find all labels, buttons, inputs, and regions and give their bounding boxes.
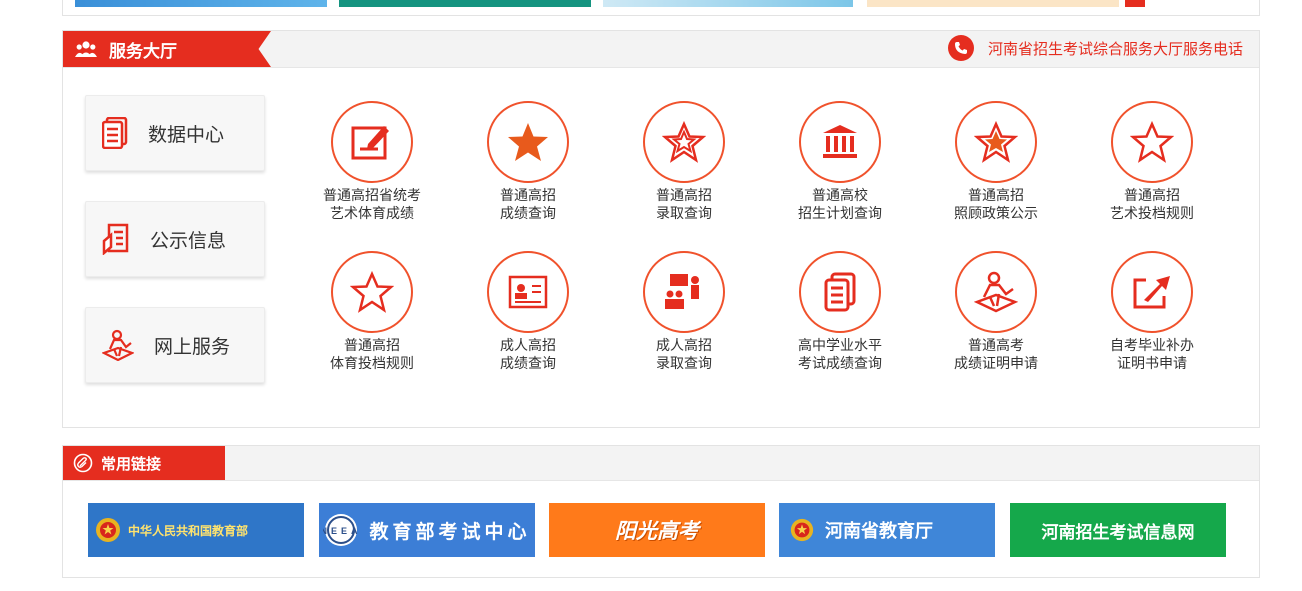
data-center-button[interactable]: 数据中心 (85, 95, 265, 171)
service-label: 自考毕业补办 证明书申请 (1110, 338, 1194, 372)
service-academic-test-scores[interactable]: 高中学业水平 考试成绩查询 (765, 251, 915, 373)
service-label: 普通高招 艺术投档规则 (1110, 188, 1194, 222)
notice-icon (102, 223, 129, 255)
star-outline-icon (662, 121, 706, 163)
service-circle (643, 101, 725, 183)
public-notice-label: 公示信息 (150, 229, 227, 252)
filled-star-icon (508, 123, 548, 161)
star-badge-icon (974, 121, 1018, 163)
service-label: 成人高招 录取查询 (656, 338, 712, 372)
neea-link[interactable]: NEEA 教育部考试中心 (319, 503, 535, 557)
banner-thumb[interactable] (339, 0, 591, 7)
service-self-study-certificate[interactable]: 自考毕业补办 证明书申请 (1077, 251, 1227, 373)
service-circle (643, 251, 725, 333)
henan-exam-info-link[interactable]: 河南招生考试信息网 (1010, 503, 1226, 557)
service-sports-filing-rules[interactable]: 普通高招 体育投档规则 (297, 251, 447, 373)
service-label: 普通高招省统考 艺术体育成绩 (323, 188, 421, 222)
service-label: 普通高招 照顾政策公示 (954, 188, 1038, 222)
hotline-text[interactable]: 河南省招生考试综合服务大厅服务电话 (988, 38, 1243, 59)
person-service-icon (102, 329, 134, 361)
public-notice-button[interactable]: 公示信息 (85, 201, 265, 277)
data-center-label: 数据中心 (148, 123, 225, 146)
document-stack-icon (824, 272, 856, 312)
star-outline-icon (350, 271, 394, 313)
banner-strip (62, 0, 1260, 16)
hotline[interactable]: 河南省招生考试综合服务大厅服务电话 (947, 35, 1243, 61)
service-label: 普通高校 招生计划查询 (798, 188, 882, 222)
service-label: 普通高招 体育投档规则 (330, 338, 414, 372)
henan-education-dept-text: 河南省教育厅 (825, 521, 933, 542)
person-service-icon (974, 271, 1018, 313)
service-hall-header: 服务大厅 河南省招生考试综合服务大厅服务电话 (63, 31, 1259, 68)
service-circle (799, 101, 881, 183)
service-circle (487, 101, 569, 183)
service-circle (331, 101, 413, 183)
banner-thumb[interactable] (603, 0, 853, 7)
online-service-label: 网上服务 (154, 335, 231, 358)
edit-form-icon (351, 126, 389, 160)
star-outline-icon (1130, 121, 1174, 163)
service-gaokao-admission[interactable]: 普通高招 录取查询 (609, 101, 759, 223)
institution-icon (823, 125, 857, 158)
banner-thumb[interactable] (1125, 0, 1145, 7)
service-circle (799, 251, 881, 333)
service-score-certificate[interactable]: 普通高考 成绩证明申请 (921, 251, 1071, 373)
henan-education-dept-link[interactable]: 河南省教育厅 (779, 503, 995, 557)
banner-thumb[interactable] (75, 0, 327, 7)
neea-link-text: 教育部考试中心 (369, 520, 531, 543)
service-hall-panel: 服务大厅 河南省招生考试综合服务大厅服务电话 数据中心 公示信息 网上服务 普通… (62, 30, 1260, 428)
service-adult-scores[interactable]: 成人高招 成绩查询 (453, 251, 603, 373)
certificate-icon (508, 275, 548, 309)
service-label: 普通高招 成绩查询 (500, 188, 556, 222)
common-links-title: 常用链接 (101, 454, 162, 473)
service-adult-admission[interactable]: 成人高招 录取查询 (609, 251, 759, 373)
service-circle (1111, 101, 1193, 183)
common-links-tab: 常用链接 (63, 446, 225, 480)
service-circle (1111, 251, 1193, 333)
svg-text:NEEA: NEEA (323, 526, 359, 536)
national-emblem-icon (96, 518, 120, 542)
sunshine-gaokao-text: 阳光高考 (615, 519, 699, 543)
service-art-filing-rules[interactable]: 普通高招 艺术投档规则 (1077, 101, 1227, 223)
service-circle (955, 251, 1037, 333)
service-label: 普通高招 录取查询 (656, 188, 712, 222)
people-icon (75, 41, 97, 57)
service-label: 普通高考 成绩证明申请 (954, 338, 1038, 372)
service-circle (487, 251, 569, 333)
sunshine-gaokao-link[interactable]: 阳光高考 (549, 503, 765, 557)
national-emblem-icon (790, 518, 814, 542)
phone-icon (947, 35, 974, 61)
service-gaokao-scores[interactable]: 普通高招 成绩查询 (453, 101, 603, 223)
service-preferential-policy[interactable]: 普通高招 照顾政策公示 (921, 101, 1071, 223)
service-label: 高中学业水平 考试成绩查询 (798, 338, 882, 372)
moe-link[interactable]: 中华人民共和国教育部 (88, 503, 304, 557)
service-label: 成人高招 成绩查询 (500, 338, 556, 372)
share-arrow-icon (1133, 276, 1170, 309)
service-enrollment-plan[interactable]: 普通高校 招生计划查询 (765, 101, 915, 223)
moe-link-text: 中华人民共和国教育部 (128, 523, 249, 538)
service-art-sports-scores[interactable]: 普通高招省统考 艺术体育成绩 (297, 101, 447, 223)
online-service-button[interactable]: 网上服务 (85, 307, 265, 383)
paperclip-icon (73, 453, 93, 473)
common-links-header: 常用链接 (63, 446, 1259, 481)
neea-logo-icon: NEEA (323, 514, 359, 546)
service-hall-title: 服务大厅 (109, 41, 177, 62)
meeting-icon (665, 274, 699, 309)
henan-exam-info-text: 河南招生考试信息网 (1041, 522, 1195, 543)
service-circle (331, 251, 413, 333)
banner-thumb[interactable] (867, 0, 1119, 7)
service-hall-tab: 服务大厅 (63, 31, 271, 67)
document-stack-icon (102, 117, 128, 149)
service-circle (955, 101, 1037, 183)
